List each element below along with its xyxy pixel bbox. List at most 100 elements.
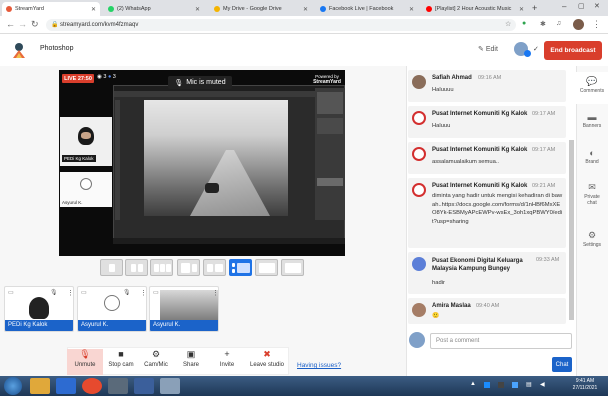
taskbar-clock[interactable]: 9:41 AM 27/11/2021 xyxy=(568,378,602,392)
browser-tab-whatsapp[interactable]: (2) WhatsApp ✕ xyxy=(104,2,204,16)
tab-title: My Drive - Google Drive xyxy=(223,6,282,12)
more-options-icon[interactable]: ⋮ xyxy=(212,289,218,297)
layout-blank[interactable] xyxy=(281,259,304,276)
tray-arrow-icon[interactable]: ▲ xyxy=(470,381,476,387)
remove-from-stage-icon[interactable]: ▭ xyxy=(153,289,159,296)
tray-app-icon[interactable] xyxy=(498,382,504,388)
layout-group[interactable] xyxy=(150,259,173,276)
leave-studio-button[interactable]: ✖ Leave studio xyxy=(245,349,289,368)
avatar xyxy=(412,257,426,271)
comment-input[interactable]: Post a comment xyxy=(430,333,572,349)
layout-screen-only[interactable] xyxy=(255,259,278,276)
tab-title: (2) WhatsApp xyxy=(117,6,151,12)
browser-tab-youtube[interactable]: [Playlist] 2 Hour Acoustic Music ✕ xyxy=(422,2,528,16)
having-issues-link[interactable]: Having issues? xyxy=(297,362,341,369)
palette-icon: ◐ xyxy=(589,148,595,158)
screen-share-thumbnail xyxy=(160,290,218,321)
facebook-badge-icon xyxy=(524,50,531,57)
extension-icon[interactable]: ● xyxy=(522,20,526,27)
mic-off-icon[interactable]: 🎙 xyxy=(50,289,58,296)
invite-button[interactable]: + Invite xyxy=(209,349,245,368)
end-broadcast-button[interactable]: End broadcast xyxy=(544,41,602,60)
tab-close-icon[interactable]: ✕ xyxy=(300,6,308,13)
destination-avatar-button[interactable]: ✓ xyxy=(514,42,540,58)
browser-menu-icon[interactable]: ⋮ xyxy=(592,19,601,30)
broadcast-title[interactable]: Photoshop xyxy=(40,45,73,52)
mic-muted-text: Mic is muted xyxy=(186,79,226,86)
rail-label: Brand xyxy=(585,159,599,165)
layout-thin[interactable] xyxy=(125,259,148,276)
layout-screen-sidebar[interactable] xyxy=(229,259,252,276)
minimize-icon[interactable]: – xyxy=(562,2,566,11)
media-player-icon[interactable] xyxy=(56,378,76,394)
browser-tab-drive[interactable]: My Drive - Google Drive ✕ xyxy=(210,2,312,16)
tab-close-icon[interactable]: ✕ xyxy=(88,6,96,13)
profile-avatar[interactable] xyxy=(573,19,584,30)
viewer-count: ◉ 3 ● 3 xyxy=(97,74,116,80)
share-button[interactable]: ▣ Share xyxy=(173,349,209,368)
taskbar-app-icon[interactable] xyxy=(160,378,180,394)
ps-adjust-panel xyxy=(317,118,343,134)
unmute-button[interactable]: 🎙 Unmute xyxy=(67,349,103,375)
volume-icon[interactable]: ◀ xyxy=(540,381,545,388)
bookmark-star-icon[interactable]: ☆ xyxy=(505,20,511,28)
tab-close-icon[interactable]: ✕ xyxy=(516,6,524,13)
more-options-icon[interactable]: ⋮ xyxy=(67,289,73,297)
camera-app-icon[interactable] xyxy=(108,378,128,394)
close-window-icon[interactable]: ✕ xyxy=(594,2,600,10)
layout-news[interactable] xyxy=(203,259,226,276)
message-time: 09:33 AM xyxy=(536,257,560,263)
tab-close-icon[interactable]: ✕ xyxy=(406,6,414,13)
file-explorer-icon[interactable] xyxy=(30,378,50,394)
photoshop-app-icon[interactable] xyxy=(134,378,154,394)
browser-tab-streamyard[interactable]: StreamYard ✕ xyxy=(2,2,100,16)
reload-icon[interactable]: ↻ xyxy=(31,19,39,30)
forward-arrow-icon[interactable]: → xyxy=(18,19,27,29)
chat-message[interactable]: Pusat Internet Komuniti Kg Kalok 09:17 A… xyxy=(408,106,566,138)
layout-solo[interactable] xyxy=(100,259,123,276)
rail-comments[interactable]: 💬 Comments xyxy=(576,72,608,104)
cam-mic-button[interactable]: ⚙ Cam/Mic xyxy=(138,349,174,368)
chat-message[interactable]: Pusat Internet Komuniti Kg Kalok 09:17 A… xyxy=(408,142,566,174)
chat-scrollbar[interactable] xyxy=(569,140,574,320)
participant-name: Asyurul K. xyxy=(78,320,146,331)
edit-button[interactable]: ✎ Edit xyxy=(478,45,498,53)
extensions-puzzle-icon[interactable]: ✱ xyxy=(540,20,546,28)
browser-tab-facebook[interactable]: Facebook Live | Facebook ✕ xyxy=(316,2,418,16)
participant-card-2[interactable]: ▭ 🎙 ⋮ Asyurul K. xyxy=(77,286,147,332)
stop-cam-button[interactable]: ■ Stop cam xyxy=(103,349,139,368)
start-button-icon[interactable] xyxy=(4,377,22,395)
network-icon[interactable]: ▤ xyxy=(526,381,532,388)
new-tab-icon[interactable]: + xyxy=(532,3,537,13)
tray-app-icon[interactable] xyxy=(512,382,518,388)
url-field[interactable]: 🔒 streamyard.com/kvm4fzmaqv xyxy=(46,19,516,31)
remove-from-stage-icon[interactable]: ▭ xyxy=(8,289,14,296)
chat-message[interactable]: Pusat Ekonomi Digital Keluarga Malaysia … xyxy=(408,252,566,294)
ps-side-panels xyxy=(315,88,345,220)
chat-send-button[interactable]: Chat xyxy=(552,357,572,372)
mic-icon[interactable]: 🎙 xyxy=(123,289,131,296)
settings-icon: ⚙ xyxy=(587,230,597,240)
tray-app-icon[interactable] xyxy=(484,382,490,388)
maximize-icon[interactable]: ▢ xyxy=(578,2,585,10)
rail-brand[interactable]: ◐ Brand xyxy=(576,148,608,165)
participant-card-3[interactable]: ▭ ⋮ Asyurul K. xyxy=(149,286,219,332)
chat-message[interactable]: Amira Maslaa 09:40 AM 🙂 xyxy=(408,298,566,324)
layout-leader[interactable] xyxy=(177,259,200,276)
chrome-icon[interactable] xyxy=(82,378,102,394)
message-time: 09:21 AM xyxy=(532,183,556,189)
gear-icon: ⚙ xyxy=(151,349,161,359)
edit-label: Edit xyxy=(485,46,498,53)
rail-private-chat[interactable]: ✉ Private chat xyxy=(576,182,608,206)
tab-close-icon[interactable]: ✕ xyxy=(192,6,200,13)
participant-card-1[interactable]: ▭ 🎙 ⋮ PEDi Kg Kalok xyxy=(4,286,74,332)
system-tray: ▲ ▤ ◀ xyxy=(470,381,560,391)
rail-settings[interactable]: ⚙ Settings xyxy=(576,230,608,248)
chat-message[interactable]: Pusat Internet Komuniti Kg Kalok 09:21 A… xyxy=(408,178,566,248)
more-options-icon[interactable]: ⋮ xyxy=(140,289,146,297)
back-arrow-icon[interactable]: ← xyxy=(6,19,15,29)
chat-message[interactable]: Safiah Ahmad 09:16 AM Haluuuu xyxy=(408,70,566,102)
remove-from-stage-icon[interactable]: ▭ xyxy=(81,289,87,296)
rail-banners[interactable]: ▬ Banners xyxy=(576,112,608,129)
media-icon[interactable]: ♫ xyxy=(556,20,561,27)
